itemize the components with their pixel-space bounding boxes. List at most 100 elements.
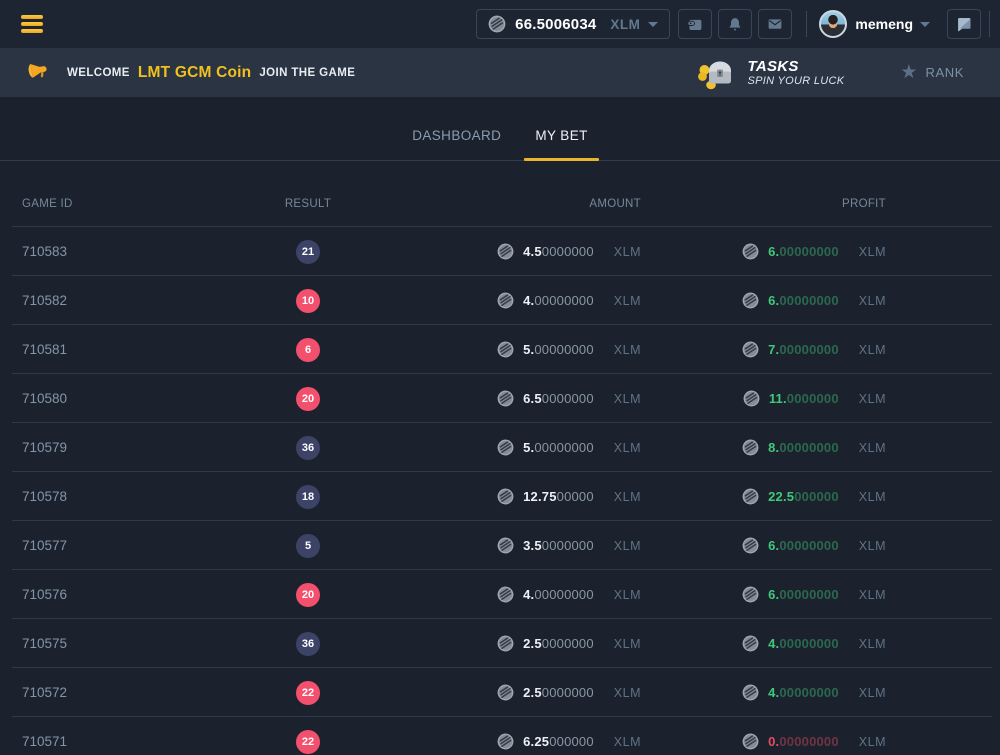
- username[interactable]: memeng: [855, 16, 913, 32]
- profit-strong: 7.: [768, 342, 779, 357]
- table-row: 710580 20 6.50000000 XLM 11.0000000 XLM: [0, 374, 1000, 423]
- messages-button[interactable]: [758, 9, 792, 39]
- amount-dim: 00000000: [534, 587, 593, 602]
- tab-my-bet[interactable]: MY BET: [524, 128, 598, 160]
- game-id: 710582: [0, 293, 240, 308]
- profit-value: 8.00000000: [768, 440, 839, 455]
- profit-value: 6.00000000: [768, 293, 839, 308]
- user-caret-down-icon[interactable]: [920, 22, 930, 27]
- amount-cell: 12.7500000 XLM: [376, 488, 641, 505]
- result-badge: 18: [296, 485, 320, 509]
- tasks-subtitle: SPIN YOUR LUCK: [748, 75, 845, 88]
- star-icon: ★: [900, 63, 917, 82]
- table-row: 710581 6 5.00000000 XLM 7.00000000 XLM: [0, 325, 1000, 374]
- result-badge: 22: [296, 730, 320, 754]
- balance-selector[interactable]: 66.5006034 XLM: [476, 9, 670, 39]
- result-badge: 10: [296, 289, 320, 313]
- profit-unit: XLM: [859, 294, 886, 308]
- wallet-icon: [686, 15, 704, 33]
- coin-icon: [742, 439, 759, 456]
- amount-value: 3.50000000: [523, 538, 594, 553]
- game-id: 710583: [0, 244, 240, 259]
- coin-icon: [742, 586, 759, 603]
- tasks-button[interactable]: TASKS SPIN YOUR LUCK: [697, 55, 845, 91]
- profit-value: 6.00000000: [768, 587, 839, 602]
- amount-value: 2.50000000: [523, 636, 594, 651]
- table-row: 710572 22 2.50000000 XLM 4.00000000 XLM: [0, 668, 1000, 717]
- profit-cell: 11.0000000 XLM: [641, 390, 886, 407]
- coin-icon: [742, 292, 759, 309]
- profit-dim: 00000000: [779, 440, 838, 455]
- profit-unit: XLM: [859, 441, 886, 455]
- profit-dim: 00000000: [779, 734, 838, 749]
- coin-icon: [497, 341, 514, 358]
- amount-unit: XLM: [614, 245, 641, 259]
- profit-unit: XLM: [859, 245, 886, 259]
- balance-value: 66.5006034: [515, 16, 596, 33]
- amount-dim: 0000000: [542, 391, 594, 406]
- coin-icon: [742, 733, 759, 750]
- profit-unit: XLM: [859, 392, 886, 406]
- welcome-banner: WELCOME LMT GCM Coin JOIN THE GAME TASKS…: [0, 48, 1000, 97]
- profit-value: 22.5000000: [768, 489, 839, 504]
- welcome-message: WELCOME LMT GCM Coin JOIN THE GAME: [67, 64, 355, 82]
- amount-unit: XLM: [614, 490, 641, 504]
- avatar[interactable]: [819, 10, 847, 38]
- profit-strong: 22.5: [768, 489, 794, 504]
- table-row: 710577 5 3.50000000 XLM 6.00000000 XLM: [0, 521, 1000, 570]
- table-row: 710571 22 6.25000000 XLM 0.00000000 XLM: [0, 717, 1000, 755]
- amount-strong: 2.5: [523, 685, 542, 700]
- tab-dashboard[interactable]: DASHBOARD: [401, 128, 512, 160]
- table-row: 710582 10 4.00000000 XLM 6.00000000 XLM: [0, 276, 1000, 325]
- amount-unit: XLM: [614, 392, 641, 406]
- amount-dim: 0000000: [542, 244, 594, 259]
- amount-value: 6.50000000: [523, 391, 594, 406]
- amount-dim: 00000000: [534, 342, 593, 357]
- topbar-right: 66.5006034 XLM memeng: [476, 9, 990, 39]
- welcome-highlight: LMT GCM Coin: [138, 64, 251, 82]
- amount-dim: 0000000: [542, 538, 594, 553]
- coin-icon: [742, 635, 759, 652]
- rank-button[interactable]: ★ RANK: [900, 63, 964, 82]
- notifications-button[interactable]: [718, 9, 752, 39]
- game-id: 710579: [0, 440, 240, 455]
- profit-value: 7.00000000: [768, 342, 839, 357]
- game-id: 710578: [0, 489, 240, 504]
- amount-dim: 0000000: [542, 685, 594, 700]
- amount-cell: 5.00000000 XLM: [376, 439, 641, 456]
- profit-cell: 6.00000000 XLM: [641, 292, 886, 309]
- coin-icon: [497, 733, 514, 750]
- coin-icon: [497, 635, 514, 652]
- coin-icon: [742, 243, 759, 260]
- rank-label: RANK: [925, 65, 964, 80]
- column-header-game-id: GAME ID: [0, 198, 240, 227]
- chat-button[interactable]: [947, 9, 981, 39]
- amount-unit: XLM: [614, 735, 641, 749]
- game-id: 710577: [0, 538, 240, 553]
- profit-unit: XLM: [859, 539, 886, 553]
- profit-unit: XLM: [859, 588, 886, 602]
- table-row: 710575 36 2.50000000 XLM 4.00000000 XLM: [0, 619, 1000, 668]
- profit-dim: 0000000: [787, 391, 839, 406]
- result-badge: 20: [296, 583, 320, 607]
- amount-cell: 5.00000000 XLM: [376, 341, 641, 358]
- amount-dim: 00000: [557, 489, 594, 504]
- profit-dim: 00000000: [779, 636, 838, 651]
- table-row: 710583 21 4.50000000 XLM 6.00000000 XLM: [0, 227, 1000, 276]
- profit-dim: 00000000: [779, 293, 838, 308]
- profit-dim: 00000000: [779, 342, 838, 357]
- amount-strong: 5.: [523, 440, 534, 455]
- amount-unit: XLM: [614, 343, 641, 357]
- amount-cell: 6.25000000 XLM: [376, 733, 641, 750]
- menu-icon[interactable]: [21, 15, 43, 33]
- profit-strong: 6.: [768, 244, 779, 259]
- profit-cell: 4.00000000 XLM: [641, 635, 886, 652]
- wallet-button[interactable]: [678, 9, 712, 39]
- welcome-prefix: WELCOME: [67, 67, 130, 79]
- amount-strong: 12.75: [523, 489, 557, 504]
- table-header: GAME ID RESULT AMOUNT PROFIT: [0, 161, 1000, 227]
- game-id: 710571: [0, 734, 240, 749]
- amount-cell: 2.50000000 XLM: [376, 635, 641, 652]
- amount-cell: 4.00000000 XLM: [376, 586, 641, 603]
- amount-unit: XLM: [614, 294, 641, 308]
